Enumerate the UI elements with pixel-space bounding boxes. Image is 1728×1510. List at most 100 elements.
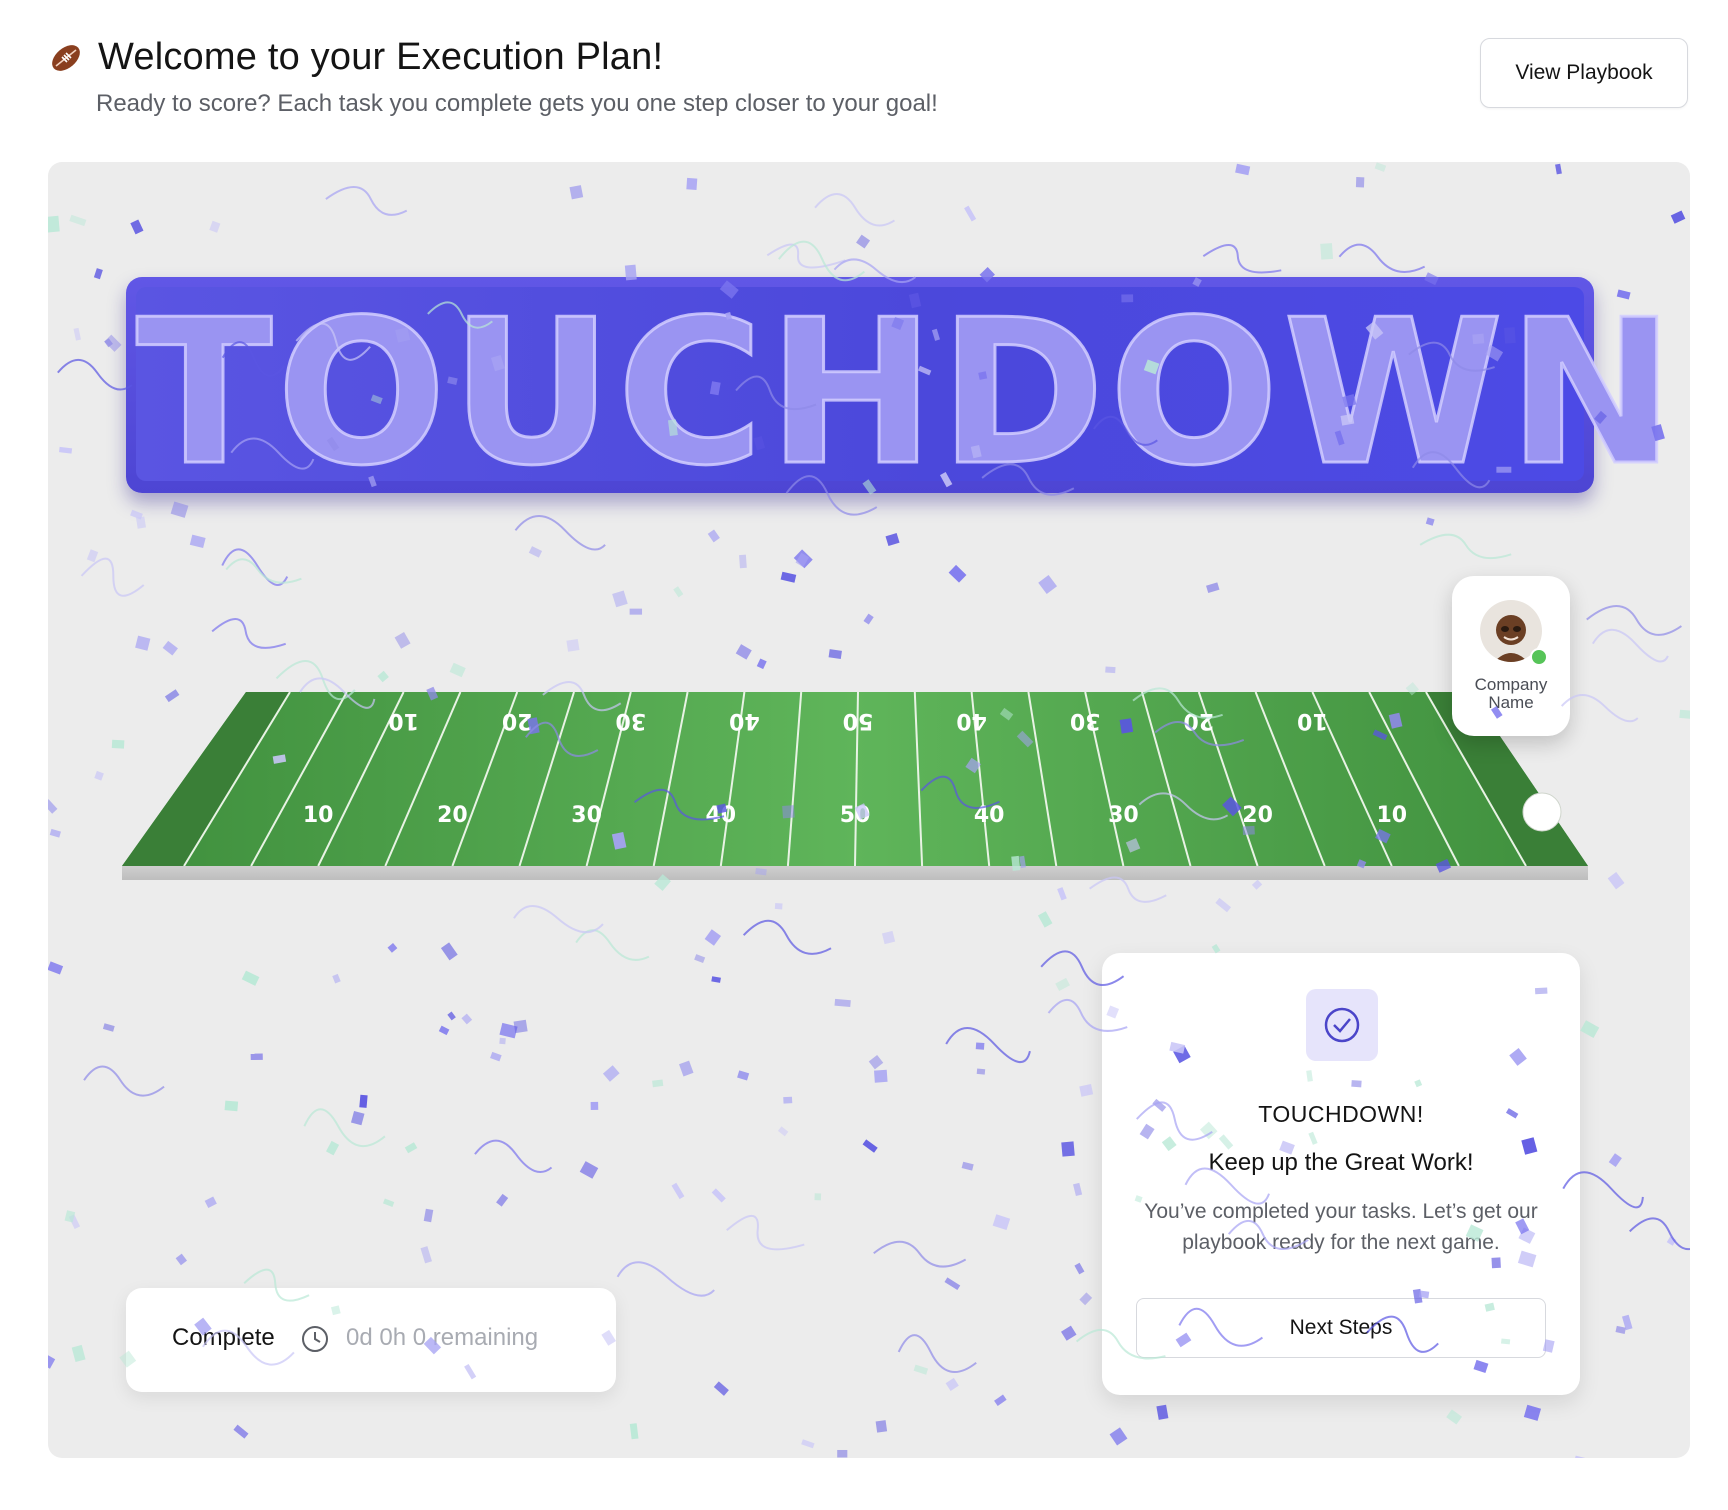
- confetti-streamer: [726, 1214, 805, 1251]
- confetti-piece: [250, 1053, 263, 1061]
- confetti-piece: [1211, 943, 1221, 954]
- confetti-streamer: [325, 186, 408, 216]
- confetti-piece: [394, 632, 411, 649]
- confetti-piece: [834, 998, 851, 1008]
- confetti-piece: [64, 1210, 76, 1223]
- confetti-piece: [135, 516, 146, 529]
- confetti-piece: [945, 1377, 959, 1391]
- bottom-yard-number: 30: [571, 803, 602, 828]
- confetti-piece: [961, 1161, 974, 1171]
- confetti-piece: [102, 1023, 115, 1032]
- confetti-piece: [1061, 1141, 1075, 1157]
- confetti-piece: [837, 1449, 848, 1458]
- confetti-piece: [944, 1277, 961, 1291]
- confetti-piece: [868, 1054, 884, 1070]
- bottom-yard-number: 20: [1242, 803, 1273, 828]
- confetti-piece: [71, 1344, 86, 1363]
- confetti-streamer: [1591, 628, 1669, 663]
- confetti-piece: [387, 942, 398, 953]
- confetti-piece: [566, 638, 580, 652]
- confetti-piece: [209, 220, 221, 233]
- confetti-piece: [1555, 163, 1562, 175]
- confetti-piece: [673, 586, 684, 598]
- confetti-piece: [1679, 709, 1690, 720]
- bottom-yard-number: 40: [705, 803, 736, 828]
- confetti-streamer: [513, 904, 604, 934]
- confetti-piece: [350, 1111, 365, 1126]
- top-yard-number: 50: [843, 708, 874, 733]
- confetti-piece: [629, 608, 643, 615]
- confetti-piece: [1523, 1404, 1542, 1421]
- card-title: TOUCHDOWN!: [1258, 1101, 1424, 1127]
- check-circle-icon: [1324, 1007, 1360, 1043]
- page-title: Welcome to your Execution Plan!: [98, 36, 664, 78]
- confetti-piece: [1038, 574, 1058, 594]
- confetti-piece: [1374, 162, 1387, 172]
- confetti-piece: [241, 970, 260, 986]
- confetti-piece: [326, 1140, 340, 1156]
- bottom-yard-number: 50: [840, 803, 871, 828]
- confetti-piece: [382, 1198, 395, 1208]
- confetti-piece: [856, 234, 871, 249]
- online-status-dot: [1530, 648, 1548, 666]
- confetti-piece: [332, 973, 341, 984]
- view-playbook-button[interactable]: View Playbook: [1480, 38, 1688, 108]
- confetti-streamer: [1419, 533, 1512, 560]
- company-name: Company Name: [1474, 675, 1548, 712]
- confetti-piece: [1109, 1427, 1128, 1446]
- confetti-piece: [994, 1394, 1007, 1406]
- confetti-piece: [204, 1196, 217, 1208]
- confetti-streamer: [616, 1261, 715, 1297]
- confetti-streamer: [575, 929, 650, 961]
- top-yard-number: 30: [1070, 708, 1101, 733]
- top-yard-number: 10: [388, 708, 419, 733]
- confetti-piece: [48, 799, 58, 814]
- confetti-piece: [1446, 1409, 1463, 1425]
- field-svg: 10 20 30 40 50 40 30 20 10 10 20 30 40 50 40 30 20 10: [122, 691, 1588, 867]
- confetti-piece: [438, 1025, 450, 1036]
- top-yard-number: 10: [1297, 708, 1328, 733]
- confetti-piece: [490, 1051, 502, 1062]
- confetti-streamer: [1629, 1217, 1690, 1250]
- touchdown-banner: TOUCHDOWN: [126, 277, 1677, 500]
- confetti-piece: [801, 1439, 815, 1449]
- confetti-piece: [48, 961, 64, 975]
- confetti-piece: [1425, 517, 1435, 526]
- confetti-piece: [814, 1193, 822, 1201]
- confetti-piece: [686, 177, 698, 191]
- top-yard-number: 40: [729, 708, 760, 733]
- confetti-piece: [68, 1214, 81, 1230]
- confetti-piece: [1037, 911, 1053, 928]
- banner-inner: TOUCHDOWN: [135, 287, 1677, 500]
- confetti-streamer: [83, 1065, 165, 1097]
- confetti-piece: [499, 1022, 518, 1039]
- confetti-piece: [1670, 210, 1686, 224]
- confetti-piece: [579, 1161, 599, 1179]
- confetti-piece: [1206, 582, 1220, 594]
- confetti-piece: [1074, 1262, 1085, 1275]
- confetti-piece: [513, 1019, 528, 1034]
- confetti-piece: [652, 1079, 664, 1088]
- confetti-piece: [671, 1182, 685, 1200]
- confetti-piece: [590, 1101, 599, 1110]
- confetti-piece: [440, 942, 458, 961]
- bottom-yard-number: 30: [1108, 803, 1139, 828]
- confetti-piece: [461, 1013, 473, 1025]
- confetti-piece: [48, 215, 60, 233]
- confetti-piece: [694, 954, 706, 964]
- confetti-piece: [104, 334, 122, 352]
- bottom-yard-number: 20: [437, 803, 468, 828]
- confetti-piece: [189, 534, 206, 549]
- confetti-streamer: [778, 240, 865, 282]
- confetti-piece: [1320, 243, 1334, 260]
- company-card[interactable]: Company Name: [1452, 576, 1570, 736]
- confetti-piece: [948, 564, 967, 583]
- confetti-piece: [737, 1070, 750, 1081]
- check-badge: [1306, 989, 1378, 1061]
- confetti-piece: [224, 1100, 239, 1112]
- title-row: Welcome to your Execution Plan!: [48, 36, 663, 79]
- next-steps-button[interactable]: Next Steps: [1136, 1298, 1546, 1358]
- confetti-streamer: [225, 558, 302, 584]
- top-yard-number: 20: [1183, 708, 1214, 733]
- confetti-piece: [48, 1355, 56, 1369]
